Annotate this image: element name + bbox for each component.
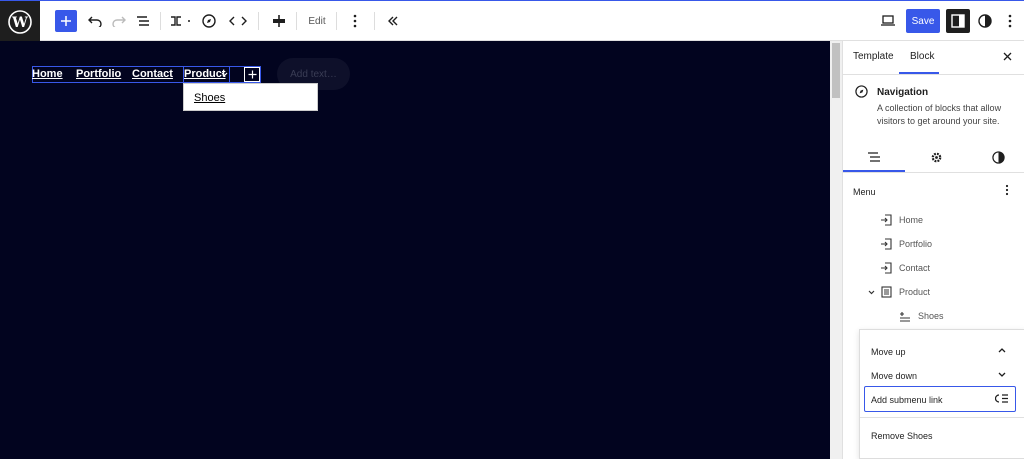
tab-styles[interactable] — [988, 149, 1008, 165]
toolbar-divider — [258, 12, 259, 30]
half-circle-icon — [991, 150, 1005, 164]
gear-icon — [931, 152, 941, 162]
block-inserter-button[interactable] — [55, 10, 77, 32]
nav-link-contact[interactable]: Contact — [132, 68, 173, 80]
add-submenu-icon — [995, 394, 1008, 403]
options-menu-button[interactable] — [1002, 10, 1018, 32]
page-icon — [879, 285, 893, 299]
canvas-scrollbar[interactable] — [830, 41, 842, 459]
menu-options-button[interactable] — [1005, 184, 1009, 199]
tab-divider — [843, 74, 1024, 75]
nav-link-product[interactable]: Product — [184, 68, 226, 80]
submenu-link-icon — [898, 309, 912, 323]
chevron-down-icon — [221, 72, 228, 77]
add-submenu-link-option[interactable]: Add submenu link — [864, 386, 1016, 412]
wordpress-logo-button[interactable]: W — [0, 1, 40, 42]
menu-item-shoes[interactable]: Shoes — [898, 308, 944, 324]
editor-canvas[interactable]: Home Portfolio Contact Product Add text…… — [0, 41, 830, 459]
nav-link-portfolio[interactable]: Portfolio — [76, 68, 121, 80]
edit-button[interactable]: Edit — [303, 10, 331, 32]
more-vertical-icon — [1005, 184, 1009, 196]
block-card-description: A collection of blocks that allow visito… — [877, 103, 1002, 126]
device-preview-button[interactable] — [878, 10, 898, 32]
settings-sidebar: Template Block Navigation A collection o… — [842, 41, 1024, 459]
menu-item-label: Product — [899, 287, 931, 297]
tab-settings[interactable] — [926, 149, 946, 165]
toolbar-divider — [296, 12, 297, 30]
tab-list-view[interactable] — [864, 149, 884, 165]
double-chevron-left-icon — [388, 16, 398, 26]
block-parent-selector[interactable] — [168, 10, 194, 32]
half-circle-icon — [978, 14, 992, 28]
remove-item-option[interactable]: Remove Shoes — [871, 431, 933, 441]
block-type-button[interactable] — [200, 10, 218, 32]
collapse-toolbar-button[interactable] — [384, 10, 402, 32]
tab-divider — [843, 172, 1024, 173]
menu-item-label: Contact — [899, 263, 931, 273]
block-card-title: Navigation — [877, 87, 929, 98]
link-icon — [879, 213, 893, 227]
wordpress-icon: W — [8, 9, 32, 34]
menu-item-label: Home — [899, 215, 924, 225]
more-vertical-icon — [1008, 14, 1012, 28]
chevron-down-icon[interactable] — [867, 285, 875, 299]
save-button[interactable]: Save — [906, 9, 940, 33]
scrollbar-thumb[interactable] — [832, 43, 840, 98]
close-sidebar-button[interactable] — [1003, 49, 1012, 64]
link-icon — [879, 261, 893, 275]
menu-item-contact[interactable]: Contact — [879, 260, 930, 276]
tab-template[interactable]: Template — [853, 51, 894, 62]
settings-sidebar-toggle[interactable] — [946, 9, 970, 33]
plus-icon — [61, 16, 71, 26]
move-block-arrows[interactable] — [228, 10, 248, 32]
submenu-dropdown: Shoes — [183, 83, 318, 111]
compass-icon — [855, 85, 868, 101]
document-overview-button[interactable] — [134, 10, 152, 32]
chevron-left-right-icon — [229, 16, 247, 26]
chevron-up-icon[interactable] — [998, 348, 1006, 353]
nav-link-home[interactable]: Home — [32, 68, 63, 80]
link-icon — [879, 237, 893, 251]
chevron-down-icon[interactable] — [998, 372, 1006, 377]
plus-icon — [248, 70, 256, 79]
navigation-block-icon — [171, 16, 190, 26]
styles-button[interactable] — [976, 10, 994, 32]
list-view-icon — [868, 152, 880, 162]
close-icon — [1003, 52, 1012, 61]
more-vertical-icon — [353, 14, 357, 28]
svg-text:W: W — [11, 15, 28, 31]
menu-item-home[interactable]: Home — [879, 212, 923, 228]
menu-item-label: Shoes — [918, 311, 944, 321]
justification-button[interactable] — [270, 10, 288, 32]
redo-button[interactable] — [110, 10, 128, 32]
menu-item-portfolio[interactable]: Portfolio — [879, 236, 932, 252]
toolbar-divider — [336, 12, 337, 30]
menu-item-options-popover: Move up Move down Add submenu link Remov… — [859, 329, 1024, 459]
move-up-option[interactable]: Move up — [871, 347, 906, 357]
list-view-icon — [137, 16, 149, 26]
undo-icon — [88, 16, 102, 27]
add-submenu-label: Add submenu link — [871, 395, 943, 405]
compass-icon — [202, 14, 216, 28]
menu-item-label: Portfolio — [899, 239, 933, 249]
justify-center-icon — [273, 15, 285, 27]
menu-item-product[interactable]: Product — [867, 284, 930, 300]
desktop-icon — [881, 15, 895, 26]
block-options-button[interactable] — [346, 10, 364, 32]
menu-heading: Menu — [853, 187, 876, 197]
undo-button[interactable] — [86, 10, 104, 32]
toolbar-divider — [374, 12, 375, 30]
editor-top-toolbar: W Edit Save — [0, 0, 1024, 42]
tab-block[interactable]: Block — [910, 51, 934, 62]
sidebar-icon — [951, 14, 965, 28]
move-down-option[interactable]: Move down — [871, 371, 917, 381]
add-nav-item-button[interactable] — [244, 67, 260, 82]
popover-divider — [860, 417, 1024, 418]
redo-icon — [112, 16, 126, 27]
submenu-link-shoes[interactable]: Shoes — [194, 92, 225, 104]
toolbar-divider — [160, 12, 161, 30]
